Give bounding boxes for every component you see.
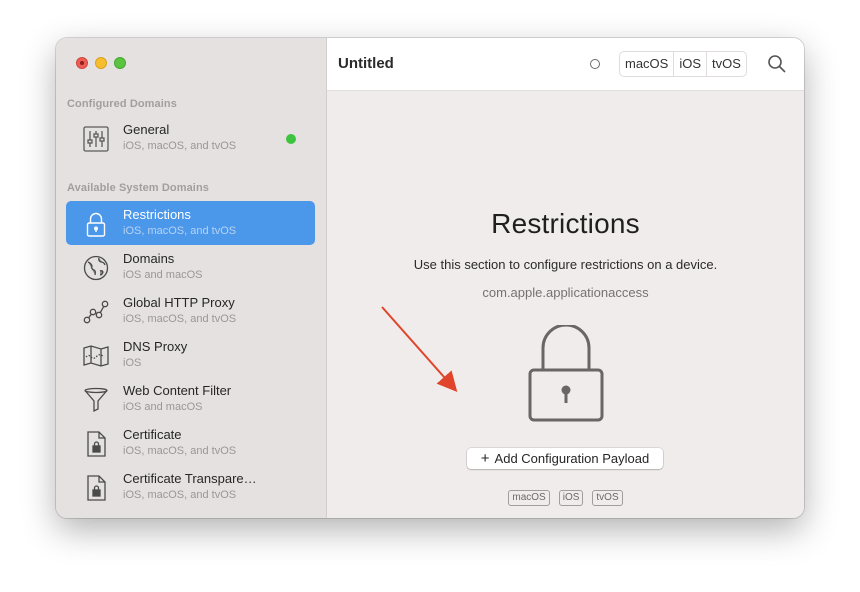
sidebar-item-subtitle: iOS, macOS, and tvOS <box>123 140 237 152</box>
sidebar-item-dns-proxy[interactable]: DNS Proxy iOS <box>66 333 315 377</box>
sidebar-item-web-content-filter[interactable]: Web Content Filter iOS and macOS <box>66 377 315 421</box>
sidebar-item-title: Global HTTP Proxy <box>123 295 235 310</box>
add-configuration-payload-button[interactable]: + Add Configuration Payload <box>467 448 663 469</box>
main-pane: Untitled macOS iOS tvOS Restrictions Use… <box>327 38 804 518</box>
configured-status-dot <box>286 134 296 144</box>
configured-domains-header: Configured Domains <box>67 98 177 110</box>
proxy-nodes-icon <box>81 297 111 327</box>
search-icon[interactable] <box>767 54 787 74</box>
minimize-window-button[interactable] <box>95 57 107 69</box>
funnel-icon <box>81 385 111 415</box>
add-button-label: Add Configuration Payload <box>494 451 650 466</box>
globe-icon <box>81 253 111 283</box>
sidebar-item-subtitle: iOS and macOS <box>123 401 203 413</box>
lock-icon <box>81 209 111 239</box>
sidebar-item-title: Domains <box>123 251 175 266</box>
map-icon <box>81 341 111 371</box>
detail-content: Restrictions Use this section to configu… <box>327 91 804 518</box>
sidebar: Configured Domains General iOS, macOS, a… <box>56 38 327 518</box>
sidebar-item-certificate-transparency[interactable]: Certificate Transpare… iOS, macOS, and t… <box>66 465 315 509</box>
sidebar-item-subtitle: iOS, macOS, and tvOS <box>123 225 237 237</box>
window-title: Untitled <box>338 55 394 72</box>
large-lock-icon <box>527 323 605 423</box>
sidebar-item-general[interactable]: General iOS, macOS, and tvOS <box>66 116 315 160</box>
platform-badges: macOS iOS tvOS <box>327 490 804 506</box>
plus-icon: + <box>480 449 490 467</box>
certificate-icon <box>81 429 111 459</box>
sidebar-item-subtitle: iOS <box>123 357 142 369</box>
platform-tab-macos[interactable]: macOS <box>620 52 675 76</box>
platform-tab-tvos[interactable]: tvOS <box>707 52 746 76</box>
close-window-button[interactable] <box>76 57 88 69</box>
sidebar-item-title: DNS Proxy <box>123 339 188 354</box>
platform-badge-tvos: tvOS <box>592 490 623 506</box>
sidebar-item-global-http-proxy[interactable]: Global HTTP Proxy iOS, macOS, and tvOS <box>66 289 315 333</box>
sidebar-item-subtitle: iOS and macOS <box>123 269 203 281</box>
sidebar-item-domains[interactable]: Domains iOS and macOS <box>66 245 315 289</box>
status-circle-icon[interactable] <box>590 59 600 69</box>
payload-identifier: com.apple.applicationaccess <box>482 285 649 300</box>
platform-tab-ios[interactable]: iOS <box>674 52 708 76</box>
sidebar-item-title: Certificate Transpare… <box>123 471 257 486</box>
sidebar-item-subtitle: iOS, macOS, and tvOS <box>123 489 237 501</box>
payload-heading: Restrictions <box>491 208 640 239</box>
app-window: Configured Domains General iOS, macOS, a… <box>56 38 804 518</box>
sliders-icon <box>81 124 111 154</box>
sidebar-item-title: General <box>123 122 170 137</box>
sidebar-item-title: Restrictions <box>123 207 191 222</box>
platform-badge-ios: iOS <box>558 490 584 506</box>
zoom-window-button[interactable] <box>114 57 126 69</box>
certificate-icon <box>81 473 111 503</box>
window-controls <box>76 57 126 69</box>
sidebar-item-title: Web Content Filter <box>123 383 232 398</box>
available-domains-header: Available System Domains <box>67 182 209 194</box>
sidebar-item-certificate[interactable]: Certificate iOS, macOS, and tvOS <box>66 421 315 465</box>
sidebar-item-title: Certificate <box>123 427 182 442</box>
payload-description: Use this section to configure restrictio… <box>413 257 718 272</box>
platform-segmented-control: macOS iOS tvOS <box>619 51 747 77</box>
sidebar-item-subtitle: iOS, macOS, and tvOS <box>123 445 237 457</box>
platform-badge-macos: macOS <box>508 490 550 506</box>
toolbar: Untitled macOS iOS tvOS <box>327 38 804 91</box>
sidebar-item-subtitle: iOS, macOS, and tvOS <box>123 313 237 325</box>
sidebar-item-restrictions[interactable]: Restrictions iOS, macOS, and tvOS <box>66 201 315 245</box>
